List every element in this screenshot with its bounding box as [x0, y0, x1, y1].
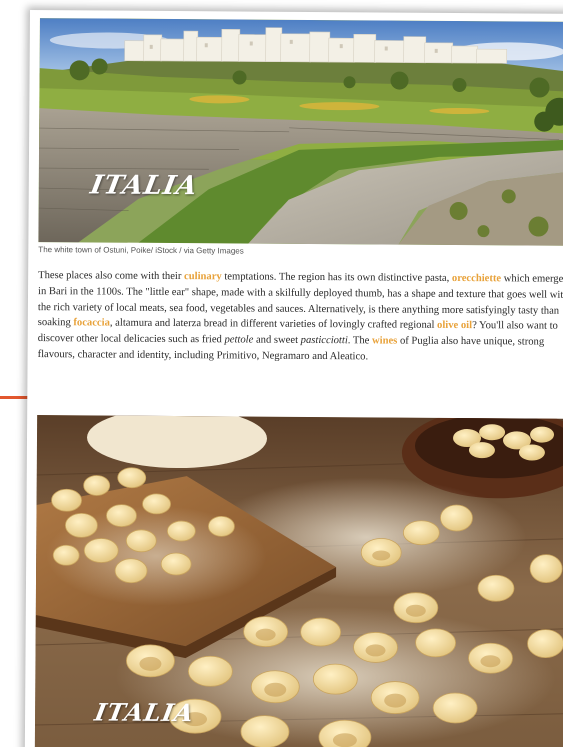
article-text: and sweet [253, 334, 301, 347]
orecchiette-photo: ITALIA [34, 415, 563, 747]
screenshot-stage: ITALIA The white town of Ostuni, Poike/ … [0, 0, 563, 747]
orecchiette-link[interactable]: orecchiette [452, 273, 501, 284]
landscape-photo-icon [38, 18, 563, 246]
article-paragraph: These places also come with their culina… [38, 268, 563, 367]
article-body: These places also come with their culina… [38, 268, 563, 367]
culinary-link[interactable]: culinary [184, 271, 222, 282]
focaccia-link[interactable]: focaccia [73, 318, 110, 329]
article-text: temptations. The region has its own dist… [221, 271, 452, 284]
dash-marker [0, 396, 30, 399]
pasticciotti-term: pasticciotti [300, 335, 348, 347]
olive-oil-link[interactable]: olive oil [437, 320, 472, 331]
pettole-term: pettole [224, 334, 254, 346]
wines-link[interactable]: wines [372, 336, 397, 347]
italia-logo: ITALIA [88, 170, 201, 202]
article-text: , altamura and laterza bread in differen… [109, 317, 438, 332]
italia-logo: ITALIA [92, 697, 197, 728]
article-text: These places also come with their [38, 270, 185, 283]
ostuni-photo [38, 18, 563, 246]
magazine-page: ITALIA The white town of Ostuni, Poike/ … [24, 10, 563, 747]
photo-caption: The white town of Ostuni, Poike/ iStock … [38, 245, 244, 256]
article-text: . The [347, 335, 373, 347]
